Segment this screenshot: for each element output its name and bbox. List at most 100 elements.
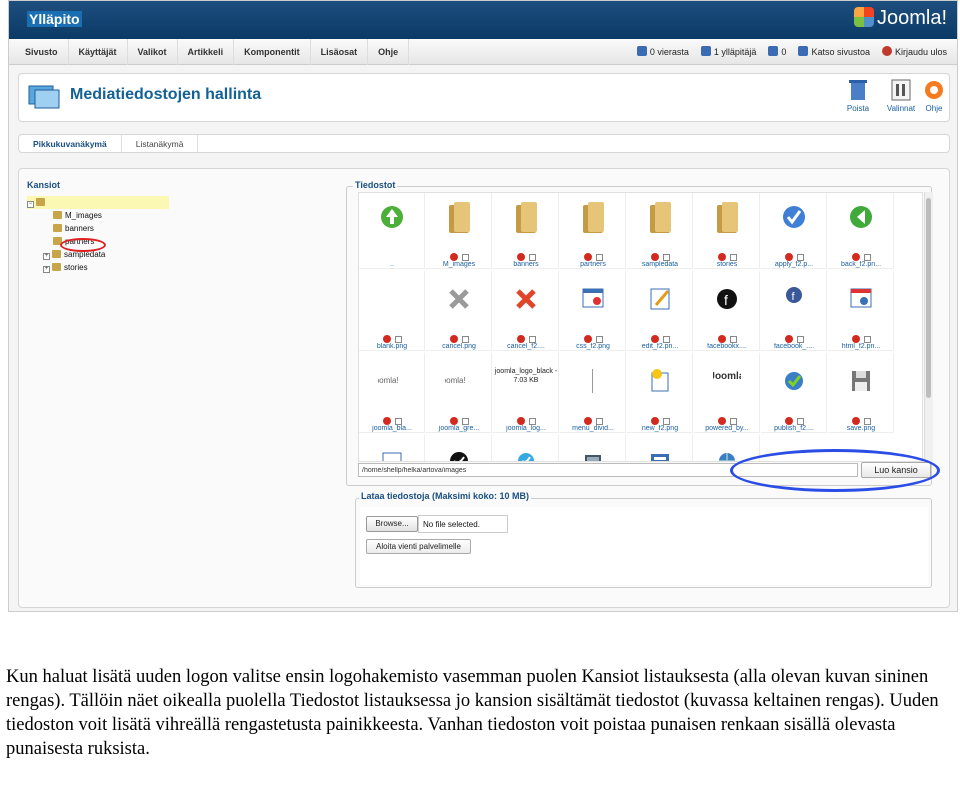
file-item[interactable]: apply_f2.p...	[761, 193, 827, 269]
delete-x-icon[interactable]	[382, 417, 391, 425]
file-name[interactable]: cancel.png	[426, 343, 492, 350]
select-checkbox[interactable]	[662, 418, 670, 425]
tree-item-m-images[interactable]: M_images	[27, 209, 177, 222]
delete-x-icon[interactable]	[851, 335, 860, 343]
delete-x-icon[interactable]	[449, 253, 458, 261]
select-checkbox[interactable]	[662, 254, 670, 261]
file-item[interactable]: ✸Joomla! joomla_bla...	[359, 353, 425, 433]
select-checkbox[interactable]	[796, 336, 804, 343]
logout-link[interactable]: Kirjaudu ulos	[876, 39, 953, 65]
file-item[interactable]: cancel_f2....	[493, 271, 559, 351]
view-site-link[interactable]: Katso sivustoa	[792, 39, 876, 65]
select-checkbox[interactable]	[595, 336, 603, 343]
file-name[interactable]: powered_by...	[694, 425, 760, 432]
delete-x-icon[interactable]	[784, 417, 793, 425]
file-name[interactable]: sampledata	[627, 261, 693, 268]
file-item[interactable]: publish_f2....	[761, 353, 827, 433]
select-checkbox[interactable]	[729, 336, 737, 343]
file-item[interactable]: f facebook_....	[761, 271, 827, 351]
folder-item[interactable]: sampledata	[627, 193, 693, 269]
menu-item-komponentit[interactable]: Komponentit	[234, 39, 311, 65]
delete-x-icon[interactable]	[784, 253, 793, 261]
browse-button[interactable]: Browse...	[366, 516, 418, 532]
settings-button[interactable]: Valinnat	[878, 78, 924, 120]
file-name[interactable]: back_f2.pn...	[828, 261, 894, 268]
tree-item-sampledata[interactable]: + sampledata	[27, 248, 177, 261]
delete-x-icon[interactable]	[650, 417, 659, 425]
file-name[interactable]: joomla_log...	[493, 425, 559, 432]
file-item[interactable]: save.png	[828, 353, 894, 433]
file-name[interactable]: M_images	[426, 261, 492, 268]
file-name[interactable]: joomla_bla...	[359, 425, 425, 432]
file-name[interactable]: blank.png	[359, 343, 425, 350]
start-upload-button[interactable]: Aloita vienti palvelimelle	[366, 539, 471, 554]
menu-item-ohje[interactable]: Ohje	[368, 39, 410, 65]
delete-x-icon[interactable]	[717, 253, 726, 261]
file-name[interactable]: new_f2.png	[627, 425, 693, 432]
delete-x-icon[interactable]	[784, 335, 793, 343]
select-checkbox[interactable]	[796, 418, 804, 425]
file-name[interactable]: publish_f2....	[761, 425, 827, 432]
file-name[interactable]: menu_divid...	[560, 425, 626, 432]
select-checkbox[interactable]	[729, 418, 737, 425]
file-item[interactable]: css_f2.png	[560, 271, 626, 351]
delete-x-icon[interactable]	[650, 253, 659, 261]
expand-icon[interactable]: +	[43, 253, 50, 260]
tab-list-view[interactable]: Listanäkymä	[122, 135, 199, 152]
delete-x-icon[interactable]	[449, 335, 458, 343]
select-checkbox[interactable]	[863, 254, 871, 261]
select-checkbox[interactable]	[528, 336, 536, 343]
file-name[interactable]: cancel_f2....	[493, 343, 559, 350]
admin-brand[interactable]: Ylläpito	[27, 11, 82, 27]
file-item[interactable]: menu_divid...	[560, 353, 626, 433]
delete-x-icon[interactable]	[583, 417, 592, 425]
status-messages[interactable]: 0	[762, 39, 792, 65]
delete-x-icon[interactable]	[650, 335, 659, 343]
file-item[interactable]: f facebookx....	[694, 271, 760, 351]
delete-x-icon[interactable]	[583, 253, 592, 261]
tree-item-stories[interactable]: + stories	[27, 261, 177, 274]
file-item[interactable]: blank.png	[359, 271, 425, 351]
file-item[interactable]	[560, 435, 626, 461]
select-checkbox[interactable]	[394, 418, 402, 425]
select-checkbox[interactable]	[595, 418, 603, 425]
delete-x-icon[interactable]	[516, 335, 525, 343]
file-name[interactable]: edit_f2.pn...	[627, 343, 693, 350]
file-item[interactable]: back_f2.pn...	[828, 193, 894, 269]
file-name[interactable]: save.png	[828, 425, 894, 432]
file-item[interactable]	[627, 435, 693, 461]
folder-up-item[interactable]: ..	[359, 193, 425, 269]
select-checkbox[interactable]	[394, 336, 402, 343]
select-checkbox[interactable]	[729, 254, 737, 261]
select-checkbox[interactable]	[662, 336, 670, 343]
file-item[interactable]	[426, 435, 492, 461]
select-checkbox[interactable]	[461, 254, 469, 261]
file-item[interactable]: cancel.png	[426, 271, 492, 351]
select-checkbox[interactable]	[595, 254, 603, 261]
select-checkbox[interactable]	[796, 254, 804, 261]
select-checkbox[interactable]	[461, 418, 469, 425]
tree-root[interactable]: −	[27, 196, 169, 209]
file-name[interactable]: css_f2.png	[560, 343, 626, 350]
delete-x-icon[interactable]	[717, 417, 726, 425]
file-item[interactable]	[493, 435, 559, 461]
menu-item-kayttajat[interactable]: Käyttäjät	[69, 39, 128, 65]
status-visitors[interactable]: 0 vierasta	[631, 39, 695, 65]
folder-item[interactable]: partners	[560, 193, 626, 269]
folder-item[interactable]: banners	[493, 193, 559, 269]
status-admins[interactable]: 1 ylläpitäjä	[695, 39, 763, 65]
file-name[interactable]: joomla_gre...	[426, 425, 492, 432]
help-button[interactable]: Ohje	[919, 78, 949, 120]
select-checkbox[interactable]	[863, 336, 871, 343]
delete-x-icon[interactable]	[449, 417, 458, 425]
file-item[interactable]: ✸Joomla! powered_by...	[694, 353, 760, 433]
file-name[interactable]: stories	[694, 261, 760, 268]
scrollbar-thumb[interactable]	[926, 198, 931, 398]
file-name[interactable]: html_f2.pn...	[828, 343, 894, 350]
file-name[interactable]: facebook_....	[761, 343, 827, 350]
delete-button[interactable]: Poista	[835, 78, 881, 120]
select-checkbox[interactable]	[863, 418, 871, 425]
file-item[interactable]: joomla_logo_black - 7.03 KB joomla_log...	[493, 353, 559, 433]
file-name[interactable]: facebookx....	[694, 343, 760, 350]
select-checkbox[interactable]	[461, 336, 469, 343]
